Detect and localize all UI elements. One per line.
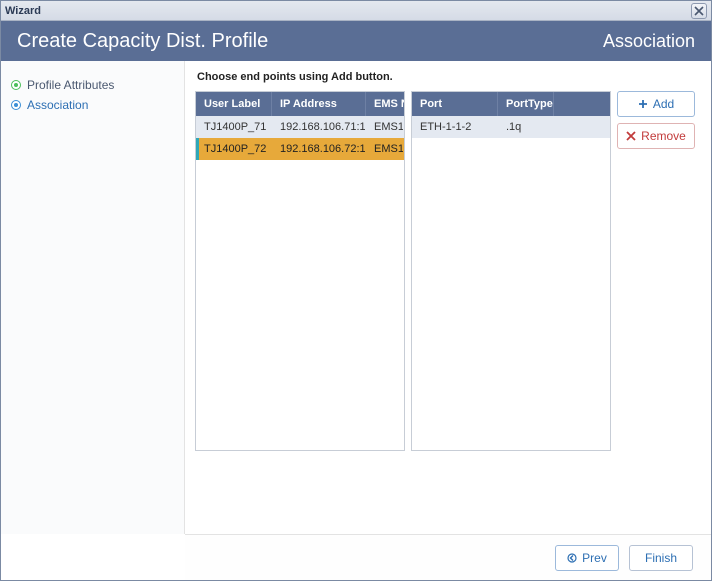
ports-grid[interactable]: Port PortType ETH-1-1-2 .1q — [411, 91, 611, 451]
col-port-type[interactable]: PortType — [498, 92, 554, 116]
col-spacer — [554, 92, 610, 116]
step-association[interactable]: Association — [11, 95, 174, 115]
cell-spacer — [554, 116, 610, 138]
tables-row: User Label IP Address EMS Name TJ1400P_7… — [195, 91, 695, 451]
prev-arrow-icon — [567, 553, 577, 563]
remove-button[interactable]: Remove — [617, 123, 695, 149]
x-icon — [626, 131, 636, 141]
finish-button-label: Finish — [645, 551, 677, 565]
wizard-step-name: Association — [603, 31, 695, 52]
remove-button-label: Remove — [641, 129, 686, 143]
plus-icon — [638, 99, 648, 109]
wizard-header: Create Capacity Dist. Profile Associatio… — [1, 21, 711, 61]
endpoints-grid[interactable]: User Label IP Address EMS Name TJ1400P_7… — [195, 91, 405, 451]
cell-ip-address: 192.168.106.72:1 — [272, 138, 366, 160]
wizard-title: Create Capacity Dist. Profile — [17, 30, 268, 53]
col-ems-name[interactable]: EMS Name — [366, 92, 404, 116]
wizard-step-sidebar: Profile Attributes Association — [1, 61, 185, 534]
action-buttons: Add Remove — [617, 91, 695, 451]
window-titlebar: Wizard — [1, 1, 711, 21]
table-row[interactable]: TJ1400P_72 192.168.106.72:1 EMS134 — [196, 138, 404, 160]
cell-port-type: .1q — [498, 116, 554, 138]
cell-ems-name: EMS134 — [366, 138, 404, 160]
step-profile-attributes[interactable]: Profile Attributes — [11, 75, 174, 95]
cell-port: ETH-1-1-2 — [412, 116, 498, 138]
window-title: Wizard — [5, 5, 41, 17]
grid-header: User Label IP Address EMS Name — [196, 92, 404, 116]
grid-header: Port PortType — [412, 92, 610, 116]
prev-button[interactable]: Prev — [555, 545, 619, 571]
wizard-content: Choose end points using Add button. User… — [185, 61, 711, 534]
window-close-button[interactable] — [691, 3, 707, 19]
cell-user-label: TJ1400P_71 — [196, 116, 272, 138]
step-status-icon — [11, 80, 21, 90]
instruction-text: Choose end points using Add button. — [197, 71, 695, 83]
col-user-label[interactable]: User Label — [196, 92, 272, 116]
cell-ems-name: EMS134 — [366, 116, 404, 138]
col-ip-address[interactable]: IP Address — [272, 92, 366, 116]
finish-button[interactable]: Finish — [629, 545, 693, 571]
add-button-label: Add — [653, 97, 674, 111]
step-status-icon — [11, 100, 21, 110]
cell-user-label: TJ1400P_72 — [196, 138, 272, 160]
step-label: Profile Attributes — [27, 78, 114, 92]
close-icon — [694, 6, 704, 16]
step-label: Association — [27, 98, 88, 112]
wizard-body: Profile Attributes Association Choose en… — [1, 61, 711, 534]
table-row[interactable]: TJ1400P_71 192.168.106.71:1 EMS134 — [196, 116, 404, 138]
cell-ip-address: 192.168.106.71:1 — [272, 116, 366, 138]
table-row[interactable]: ETH-1-1-2 .1q — [412, 116, 610, 138]
wizard-footer: Prev Finish — [185, 534, 711, 580]
prev-button-label: Prev — [582, 551, 607, 565]
add-button[interactable]: Add — [617, 91, 695, 117]
col-port[interactable]: Port — [412, 92, 498, 116]
